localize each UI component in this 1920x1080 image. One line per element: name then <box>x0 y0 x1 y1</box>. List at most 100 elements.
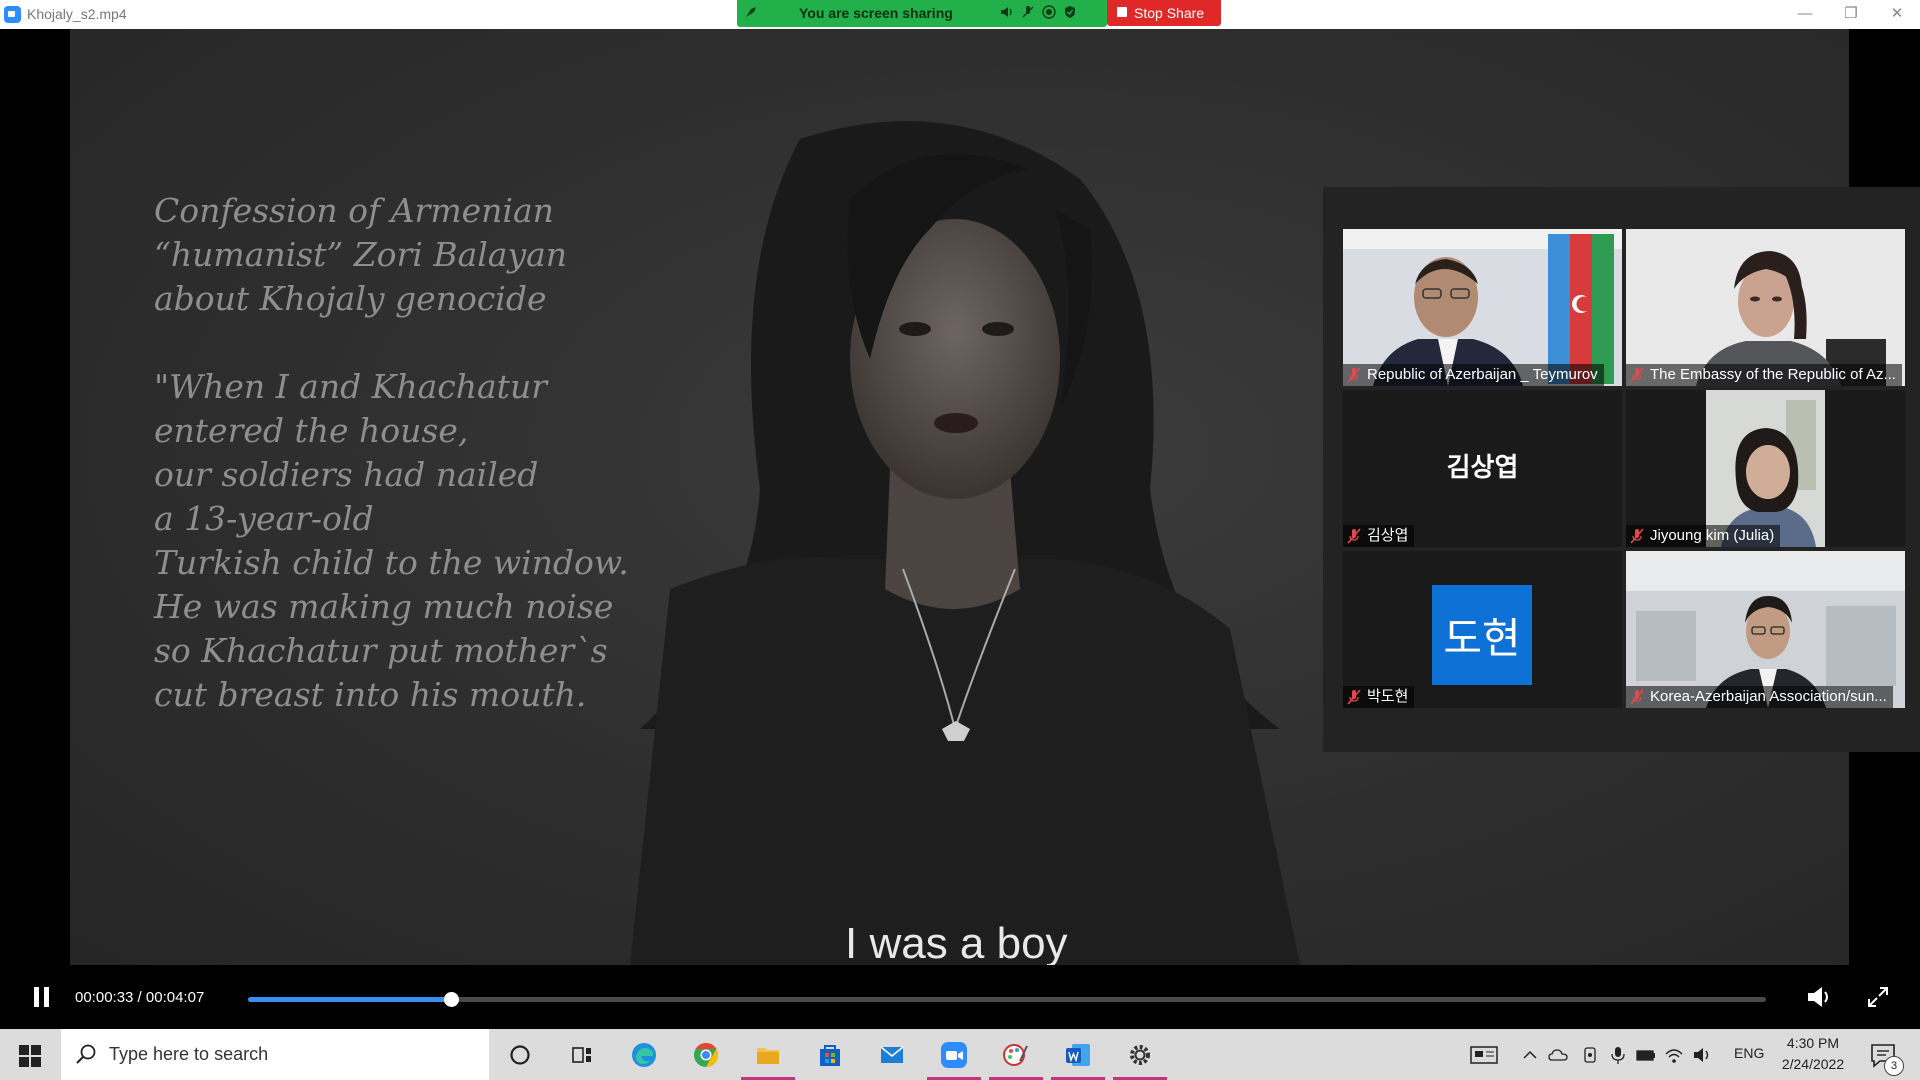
task-view-button[interactable] <box>551 1029 613 1080</box>
video-overlay-text: Confession of Armenian “humanist” Zori B… <box>154 189 629 761</box>
windows-taskbar: Type here to search ENG 4:30 PM 2/24/202… <box>0 1029 1920 1080</box>
quote-line: cut breast into his mouth. <box>154 675 587 714</box>
windows-start-icon[interactable] <box>19 1045 41 1067</box>
search-placeholder: Type here to search <box>109 1044 269 1064</box>
participant-tile[interactable]: 도현 박도현 <box>1343 551 1622 708</box>
restore-button[interactable]: ❐ <box>1828 0 1874 29</box>
quote-line: "When I and Khachatur <box>154 367 547 406</box>
seek-bar-progress <box>248 997 451 1002</box>
taskbar-app-file-explorer[interactable] <box>737 1029 799 1080</box>
participant-name: Republic of Azerbaijan _ Teymurov <box>1367 366 1598 383</box>
mic-muted-icon <box>1630 367 1644 383</box>
cortana-button[interactable] <box>489 1029 551 1080</box>
input-language[interactable]: ENG <box>1734 1045 1764 1061</box>
task-view-icon <box>572 1047 591 1063</box>
quote-line: so Khachatur put mother`s <box>154 631 608 670</box>
seek-bar[interactable] <box>248 992 1766 1007</box>
participant-name: 박도현 <box>1367 688 1409 705</box>
taskbar-app-edge[interactable] <box>613 1029 675 1080</box>
taskbar-app-store[interactable] <box>799 1029 861 1080</box>
participant-name-label: 김상엽 <box>1343 525 1415 547</box>
participant-tile[interactable]: Jiyoung kim (Julia) <box>1626 390 1905 547</box>
onedrive-icon[interactable] <box>1548 1045 1568 1065</box>
chrome-icon <box>694 1043 719 1067</box>
participant-name: Korea-Azerbaijan Association/sun... <box>1650 688 1887 705</box>
quote-line: entered the house, <box>154 411 469 450</box>
clock-time[interactable]: 4:30 PM <box>1783 1035 1843 1051</box>
taskbar-app-chrome[interactable] <box>675 1029 737 1080</box>
clock-date[interactable]: 2/24/2022 <box>1774 1056 1852 1072</box>
participant-tile[interactable]: Korea-Azerbaijan Association/sun... <box>1626 551 1905 708</box>
seek-handle[interactable] <box>443 992 459 1007</box>
folder-icon <box>757 1048 779 1064</box>
taskbar-app-word[interactable] <box>1047 1029 1109 1080</box>
taskbar-app-settings[interactable] <box>1109 1029 1171 1080</box>
screen-sharing-status: You are screen sharing <box>799 5 953 21</box>
participant-tile[interactable]: Republic of Azerbaijan _ Teymurov <box>1343 229 1622 386</box>
stop-square-icon <box>1117 7 1127 17</box>
record-icon[interactable] <box>1042 5 1056 19</box>
participant-video <box>1626 229 1905 386</box>
close-button[interactable]: ✕ <box>1874 0 1920 29</box>
participant-initials: 김상엽 <box>1446 452 1519 482</box>
participant-name: 김상엽 <box>1367 527 1409 544</box>
participant-name-label: Jiyoung kim (Julia) <box>1626 525 1781 547</box>
participant-name-label: 박도현 <box>1343 686 1415 708</box>
participant-name: Jiyoung kim (Julia) <box>1650 527 1775 544</box>
quote-line: He was making much noise <box>154 587 614 626</box>
cortana-icon <box>510 1045 530 1065</box>
heading-line: Confession of Armenian <box>154 191 554 230</box>
share-leaf-icon <box>746 7 756 17</box>
paint-icon <box>1003 1044 1028 1066</box>
playback-time: 00:00:33 / 00:04:07 <box>75 989 205 1006</box>
zoom-icon <box>941 1042 967 1068</box>
participant-name-label: Republic of Azerbaijan _ Teymurov <box>1343 364 1604 386</box>
participant-tile[interactable]: 김상엽 김상엽 <box>1343 390 1622 547</box>
battery-icon[interactable] <box>1636 1045 1656 1065</box>
participant-avatar: 도현 <box>1432 585 1532 685</box>
video-subtitle: I was a boy <box>845 919 1068 965</box>
wifi-icon[interactable] <box>1664 1045 1684 1065</box>
taskbar-app-zoom[interactable] <box>923 1029 985 1080</box>
stop-share-button[interactable]: Stop Share <box>1107 0 1221 26</box>
participant-tile[interactable]: The Embassy of the Republic of Az... <box>1626 229 1905 386</box>
security-shield-icon[interactable] <box>1063 5 1077 19</box>
participant-video <box>1626 390 1905 547</box>
news-widget-icon[interactable] <box>1470 1045 1498 1065</box>
participant-name-label: Korea-Azerbaijan Association/sun... <box>1626 686 1893 708</box>
fullscreen-icon[interactable] <box>1866 985 1890 1009</box>
microphone-icon[interactable] <box>1608 1045 1628 1065</box>
quote-line: a 13-year-old <box>154 499 374 538</box>
mic-muted-icon <box>1630 528 1644 544</box>
mic-muted-icon <box>1347 689 1361 705</box>
taskbar-app-paint[interactable] <box>985 1029 1047 1080</box>
chevron-up-icon[interactable] <box>1520 1045 1540 1065</box>
mic-muted-icon[interactable] <box>1021 5 1035 19</box>
participant-name: The Embassy of the Republic of Az... <box>1650 366 1896 383</box>
search-icon <box>76 1044 96 1064</box>
mail-icon <box>880 1046 904 1063</box>
device-icon[interactable] <box>1580 1045 1600 1065</box>
store-icon <box>820 1045 840 1066</box>
pause-button[interactable] <box>33 987 51 1007</box>
zoom-app-icon <box>4 6 21 23</box>
heading-line: about Khojaly genocide <box>154 279 547 318</box>
volume-icon[interactable] <box>1806 985 1832 1009</box>
edge-icon <box>632 1043 656 1067</box>
media-player-controls: 00:00:33 / 00:04:07 <box>0 965 1920 1029</box>
stop-share-label: Stop Share <box>1134 5 1205 21</box>
heading-line: “humanist” Zori Balayan <box>154 235 568 274</box>
quote-line: Turkish child to the window. <box>154 543 629 582</box>
screen-share-banner[interactable]: You are screen sharing <box>737 0 1107 27</box>
speaker-icon[interactable] <box>1692 1045 1712 1065</box>
speaker-icon[interactable] <box>1000 5 1014 19</box>
word-icon <box>1066 1044 1090 1066</box>
taskbar-search-box[interactable]: Type here to search <box>61 1029 489 1080</box>
minimize-button[interactable]: — <box>1782 0 1828 29</box>
quote-line: our soldiers had nailed <box>154 455 539 494</box>
mic-muted-icon <box>1347 367 1361 383</box>
participant-video <box>1626 551 1905 708</box>
participants-gallery[interactable]: Republic of Azerbaijan _ Teymurov The Em… <box>1323 187 1920 752</box>
taskbar-app-mail[interactable] <box>861 1029 923 1080</box>
participant-video <box>1343 229 1622 386</box>
